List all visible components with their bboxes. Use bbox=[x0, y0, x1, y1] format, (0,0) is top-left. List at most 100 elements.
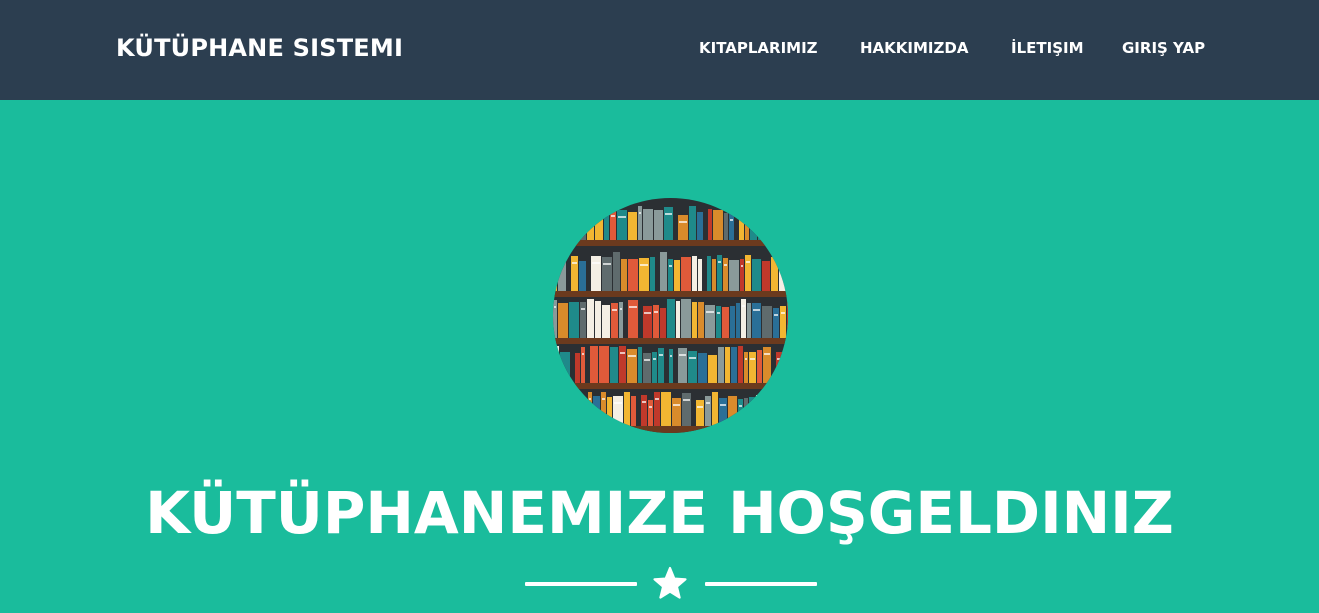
book-spine bbox=[558, 256, 566, 291]
book-band bbox=[554, 397, 562, 399]
book-band bbox=[765, 397, 773, 399]
nav-link-giris-yap[interactable]: GIRIŞ YAP bbox=[1122, 37, 1205, 59]
book-spine bbox=[667, 299, 675, 338]
book-spine bbox=[758, 208, 764, 240]
book-band bbox=[706, 311, 714, 313]
book-band bbox=[724, 264, 727, 266]
book-band bbox=[569, 399, 577, 401]
book-spine bbox=[569, 302, 579, 338]
nav-link-hakkimizda[interactable]: HAKKIMIZDA bbox=[860, 37, 968, 59]
book-band bbox=[739, 405, 742, 407]
book-spine bbox=[581, 206, 586, 240]
book-spine bbox=[741, 299, 746, 338]
book-band bbox=[642, 401, 646, 403]
book-spine bbox=[643, 306, 652, 338]
book-spine bbox=[698, 302, 704, 338]
book-spine bbox=[745, 255, 751, 291]
book-spine bbox=[771, 257, 778, 291]
book-spine bbox=[581, 347, 585, 383]
book-band bbox=[741, 265, 743, 267]
book-band bbox=[611, 215, 615, 217]
book-spine bbox=[654, 392, 660, 426]
book-spine bbox=[602, 305, 610, 338]
book-band bbox=[759, 214, 763, 216]
book-spine bbox=[787, 349, 788, 383]
book-band bbox=[669, 265, 672, 267]
book-band bbox=[644, 312, 651, 314]
book-spine bbox=[730, 306, 735, 338]
book-spine bbox=[744, 398, 748, 426]
book-band bbox=[679, 221, 687, 223]
book-spine bbox=[762, 261, 770, 291]
book-band bbox=[659, 354, 663, 356]
book-band bbox=[717, 312, 720, 314]
book-band bbox=[746, 217, 748, 219]
book-band bbox=[706, 402, 710, 404]
book-band bbox=[745, 358, 747, 360]
book-spine bbox=[643, 353, 651, 383]
book-spine bbox=[779, 257, 788, 291]
book-band bbox=[572, 262, 577, 264]
book-spine bbox=[676, 301, 680, 338]
star-icon bbox=[653, 566, 687, 599]
book-spine bbox=[579, 261, 586, 291]
book-band bbox=[618, 216, 626, 218]
book-band bbox=[689, 357, 696, 359]
book-spine bbox=[580, 302, 586, 338]
book-spine bbox=[784, 208, 788, 240]
book-spine bbox=[601, 392, 606, 426]
nav-link-iletisim[interactable]: İLETIŞIM bbox=[1011, 37, 1084, 59]
book-spine bbox=[579, 400, 587, 426]
book-spine bbox=[705, 305, 715, 338]
book-spine bbox=[689, 206, 696, 240]
book-spine bbox=[780, 306, 786, 338]
book-spine bbox=[660, 252, 667, 291]
book-spine bbox=[593, 396, 600, 426]
book-band bbox=[582, 212, 585, 214]
nav-link-kitaplarimiz[interactable]: KITAPLARIMIZ bbox=[699, 37, 818, 59]
book-band bbox=[592, 262, 600, 264]
book-spine bbox=[658, 348, 664, 383]
book-band bbox=[777, 219, 782, 221]
book-spine bbox=[661, 392, 671, 426]
book-spine bbox=[575, 212, 580, 240]
star-divider bbox=[525, 566, 817, 602]
book-band bbox=[628, 355, 636, 357]
book-band bbox=[620, 308, 622, 310]
book-band bbox=[757, 401, 762, 403]
book-band bbox=[746, 261, 750, 263]
book-band bbox=[654, 311, 658, 313]
book-spine bbox=[664, 207, 673, 240]
book-spine bbox=[756, 395, 763, 426]
book-spine bbox=[728, 396, 737, 426]
book-spine bbox=[638, 206, 642, 240]
book-band bbox=[596, 214, 602, 216]
book-spine bbox=[681, 299, 691, 338]
book-band bbox=[612, 309, 617, 311]
book-band bbox=[670, 355, 672, 357]
book-band bbox=[653, 358, 656, 360]
book-spine bbox=[722, 307, 729, 338]
book-spine bbox=[652, 352, 657, 383]
book-spine bbox=[729, 260, 739, 291]
book-spine bbox=[575, 353, 580, 383]
book-spine bbox=[553, 252, 557, 291]
book-spine bbox=[692, 256, 697, 291]
book-band bbox=[730, 219, 733, 221]
book-spine bbox=[773, 308, 779, 338]
book-spine bbox=[765, 206, 770, 240]
book-spine bbox=[692, 302, 697, 338]
book-spine bbox=[674, 260, 680, 291]
book-spine bbox=[595, 208, 603, 240]
book-spine bbox=[776, 213, 783, 240]
book-band bbox=[720, 404, 726, 406]
book-spine bbox=[752, 303, 761, 338]
book-band bbox=[655, 398, 659, 400]
book-spine bbox=[787, 302, 788, 338]
book-spine bbox=[717, 255, 722, 291]
book-spine bbox=[698, 259, 702, 291]
book-band bbox=[644, 359, 650, 361]
book-spine bbox=[624, 392, 630, 426]
book-spine bbox=[591, 256, 601, 291]
book-band bbox=[603, 263, 611, 265]
